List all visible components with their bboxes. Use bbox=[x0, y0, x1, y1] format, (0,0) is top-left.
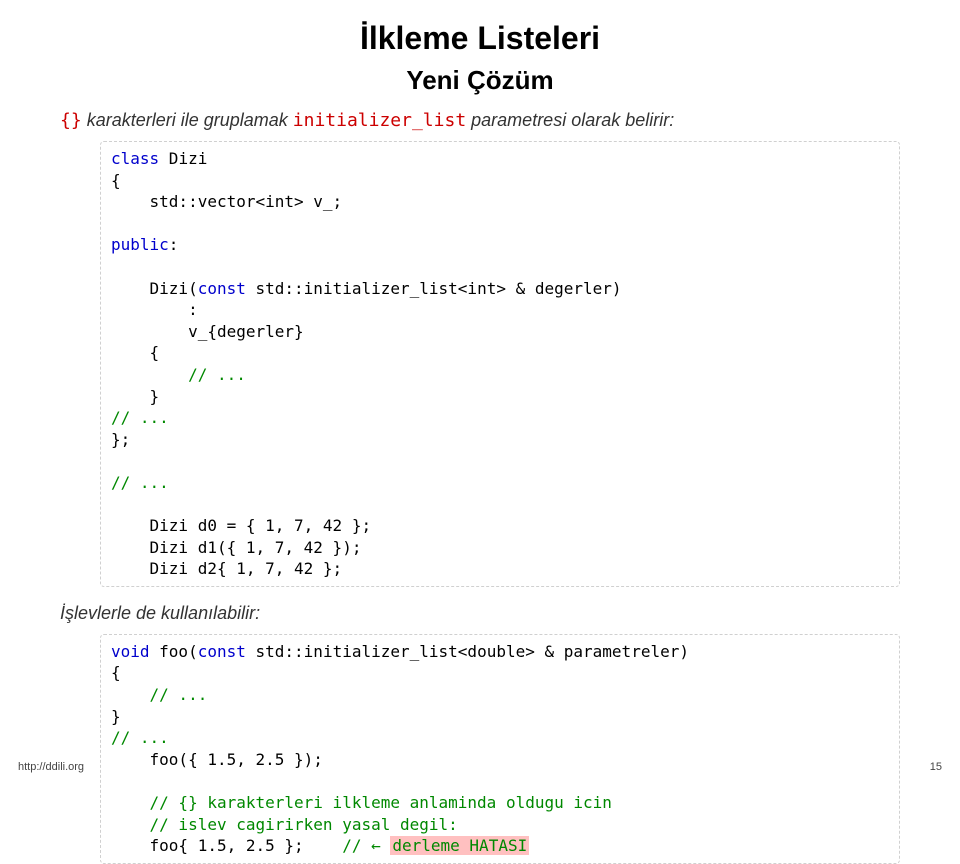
comment: // ... bbox=[188, 365, 246, 384]
code-text: }; bbox=[111, 430, 130, 449]
page-footer: http://ddili.org 15 bbox=[18, 761, 942, 773]
code-block-2: void foo(const std::initializer_list<dou… bbox=[100, 634, 900, 864]
comment: // ← bbox=[342, 836, 390, 855]
code-text: Dizi d0 = { 1, 7, 42 }; bbox=[111, 516, 371, 535]
code-text: v_{degerler} bbox=[111, 322, 304, 341]
code-text: Dizi d1({ 1, 7, 42 }); bbox=[111, 538, 361, 557]
code-text: : bbox=[169, 235, 179, 254]
kw-class: class bbox=[111, 149, 159, 168]
comment: // {} karakterleri ilkleme anlaminda old… bbox=[150, 793, 612, 812]
comment: // ... bbox=[111, 728, 169, 747]
code-text: } bbox=[111, 387, 159, 406]
page-subtitle: Yeni Çözüm bbox=[60, 65, 900, 96]
code-text: foo( bbox=[150, 642, 198, 661]
intro-mono-braces: {} bbox=[60, 110, 82, 131]
comment: // islev cagirirken yasal degil: bbox=[150, 815, 458, 834]
error-highlight: derleme HATASI bbox=[390, 836, 529, 855]
kw-void: void bbox=[111, 642, 150, 661]
footer-page-number: 15 bbox=[930, 761, 942, 773]
code-block-1: class Dizi { std::vector<int> v_; public… bbox=[100, 141, 900, 587]
intro-paragraph: {} karakterleri ile gruplamak initialize… bbox=[60, 110, 900, 131]
code-text: { bbox=[111, 343, 159, 362]
page-title: İlkleme Listeleri bbox=[60, 20, 900, 57]
code-text: Dizi bbox=[159, 149, 207, 168]
footer-url: http://ddili.org bbox=[18, 761, 84, 773]
mid-paragraph: İşlevlerle de kullanılabilir: bbox=[60, 603, 900, 624]
code-text: std::initializer_list<double> & parametr… bbox=[246, 642, 689, 661]
intro-mono-initlist: initializer_list bbox=[293, 110, 466, 131]
comment: // ... bbox=[111, 473, 169, 492]
intro-text-1: karakterleri ile gruplamak bbox=[82, 110, 293, 130]
comment: // ... bbox=[111, 408, 169, 427]
code-text bbox=[111, 685, 150, 704]
comment: // ... bbox=[150, 685, 208, 704]
kw-const: const bbox=[198, 642, 246, 661]
intro-text-2: parametresi olarak belirir: bbox=[466, 110, 674, 130]
code-text: { bbox=[111, 663, 121, 682]
code-text: } bbox=[111, 707, 121, 726]
code-text: : bbox=[111, 300, 198, 319]
code-text bbox=[111, 365, 188, 384]
code-text: Dizi( bbox=[111, 279, 198, 298]
kw-public: public bbox=[111, 235, 169, 254]
code-text: { bbox=[111, 171, 121, 190]
code-text: std::initializer_list<int> & degerler) bbox=[246, 279, 622, 298]
code-text: Dizi d2{ 1, 7, 42 }; bbox=[111, 559, 342, 578]
kw-const: const bbox=[198, 279, 246, 298]
code-text: std::vector<int> v_; bbox=[111, 192, 342, 211]
code-text bbox=[111, 815, 150, 834]
code-text: foo{ 1.5, 2.5 }; bbox=[111, 836, 342, 855]
code-text bbox=[111, 793, 150, 812]
